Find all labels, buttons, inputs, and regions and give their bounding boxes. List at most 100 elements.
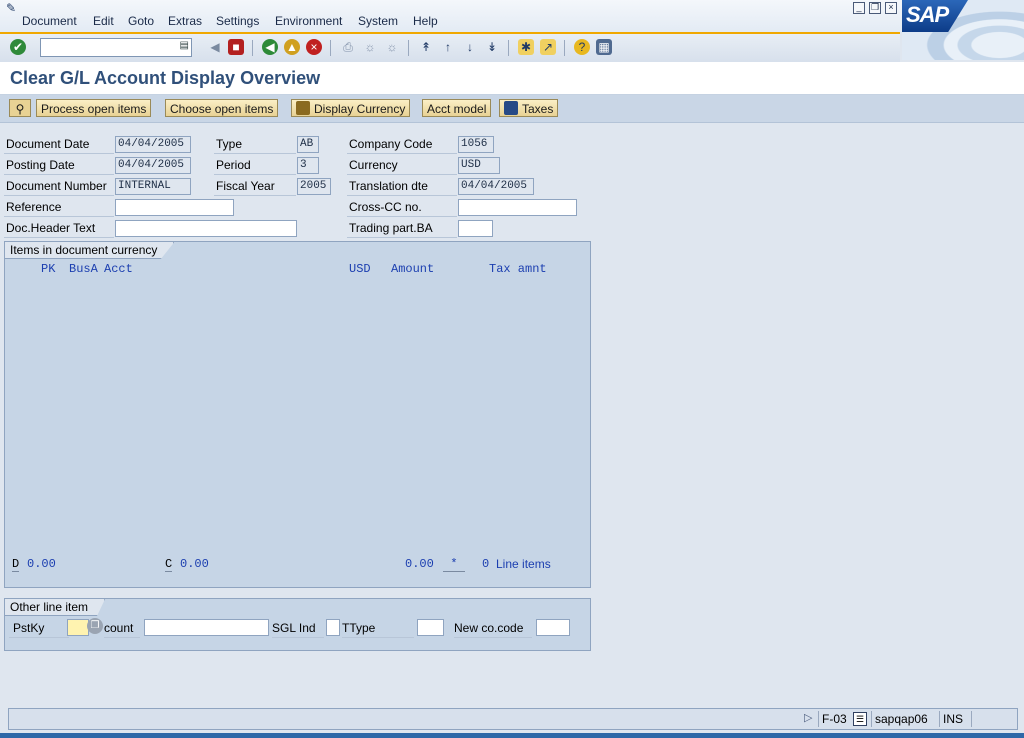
posting-key-label: PstKy (9, 620, 69, 638)
other-line-item-title: Other line item (5, 599, 106, 616)
cross-cc-field[interactable] (458, 199, 577, 216)
command-input[interactable] (41, 39, 180, 55)
choose-open-items-button[interactable]: Choose open items (165, 99, 279, 117)
posting-date-field: 04/04/2005 (115, 157, 191, 174)
doc-header-text-label: Doc.Header Text (4, 220, 114, 238)
posting-key-field[interactable] (67, 619, 89, 636)
items-group: Items in document currency PK BusA Acct … (4, 241, 591, 588)
translation-date-field: 04/04/2005 (458, 178, 534, 195)
column-tax-amount: Tax amnt (489, 262, 547, 276)
system-info-icon[interactable]: ☰ (853, 712, 867, 726)
restore-icon[interactable]: ❐ (869, 2, 881, 14)
column-acct: Acct (104, 262, 133, 276)
sgl-ind-input[interactable] (327, 620, 339, 636)
sgl-ind-field[interactable] (326, 619, 340, 636)
layout-menu-icon[interactable]: ▦ (596, 39, 612, 55)
document-number-field: INTERNAL (115, 178, 191, 195)
reference-input[interactable] (116, 200, 233, 216)
save-icon[interactable]: ■ (228, 39, 244, 55)
print-icon[interactable]: ⎙ (340, 39, 356, 55)
page-title: Clear G/L Account Display Overview (10, 68, 321, 88)
taxes-button[interactable]: Taxes (499, 99, 559, 117)
close-icon[interactable]: × (885, 2, 897, 14)
menu-environment[interactable]: Environment (275, 14, 342, 28)
period-field: 3 (297, 157, 319, 174)
posting-key-input[interactable] (68, 620, 88, 636)
ttype-input[interactable] (418, 620, 443, 636)
menu-settings[interactable]: Settings (216, 14, 259, 28)
translation-date-label: Translation dte (347, 178, 457, 196)
currency-label: Currency (347, 157, 457, 175)
server-name: sapqap06 (871, 711, 931, 727)
display-currency-button[interactable]: Display Currency (291, 99, 411, 117)
window-bottom-border (0, 733, 1024, 738)
credit-label: C (165, 557, 173, 572)
exit-icon[interactable]: ▲ (284, 39, 300, 55)
previous-page-icon[interactable]: ↑ (440, 39, 456, 55)
overview-icon[interactable]: ⚲ (9, 99, 31, 117)
process-open-items-button[interactable]: Process open items (36, 99, 152, 117)
new-co-code-field[interactable] (536, 619, 570, 636)
find-next-icon[interactable]: ☼ (384, 39, 400, 55)
cancel-icon[interactable]: × (306, 39, 322, 55)
application-toolbar: ⚲ Process open items Choose open items D… (0, 95, 1024, 123)
sap-logo: SAP (902, 0, 1024, 60)
menu-icon[interactable]: ✎ (6, 1, 16, 15)
command-field[interactable]: ▤ (40, 38, 192, 57)
reference-field[interactable] (115, 199, 234, 216)
menu-edit[interactable]: Edit (93, 14, 114, 28)
find-icon[interactable]: ☼ (362, 39, 378, 55)
type-label: Type (214, 136, 296, 154)
fiscal-year-label: Fiscal Year (214, 178, 296, 196)
menu-document[interactable]: Document (22, 14, 77, 28)
trading-part-ba-input[interactable] (459, 221, 492, 237)
reference-label: Reference (4, 199, 114, 217)
fiscal-year-field: 2005 (297, 178, 331, 195)
help-icon[interactable]: ? (574, 39, 590, 55)
ttype-label: TType (342, 620, 414, 638)
create-session-icon[interactable]: ✱ (518, 39, 534, 55)
line-item-count: 0 (482, 557, 490, 571)
document-date-field: 04/04/2005 (115, 136, 191, 153)
search-help-icon[interactable]: ❐ (87, 618, 103, 634)
company-code-label: Company Code (347, 136, 457, 154)
sap-logo-text: SAP (906, 2, 949, 27)
doc-header-text-input[interactable] (116, 221, 296, 237)
line-items-label: Line items (496, 557, 551, 571)
back-arrow-icon[interactable]: ◀ (207, 39, 223, 55)
other-line-item-group: Other line item PstKy ❐ count SGL Ind TT… (4, 598, 591, 651)
menu-goto[interactable]: Goto (128, 14, 154, 28)
shortcut-icon[interactable]: ↗ (540, 39, 556, 55)
account-field[interactable] (144, 619, 269, 636)
back-icon[interactable]: ◀ (262, 39, 278, 55)
ttype-field[interactable] (417, 619, 444, 636)
minimize-icon[interactable]: _ (853, 2, 865, 14)
type-field: AB (297, 136, 319, 153)
next-page-icon[interactable]: ↓ (462, 39, 478, 55)
history-icon[interactable]: ▤ (180, 40, 189, 51)
last-page-icon[interactable]: ↡ (484, 39, 500, 55)
cross-cc-input[interactable] (459, 200, 576, 216)
first-page-icon[interactable]: ↟ (418, 39, 434, 55)
display-currency-label: Display Currency (314, 102, 406, 116)
status-expand-icon[interactable]: ▷ (804, 711, 812, 724)
trading-part-ba-field[interactable] (458, 220, 493, 237)
menu-system[interactable]: System (358, 14, 398, 28)
company-code-field: 1056 (458, 136, 494, 153)
trading-part-ba-label: Trading part.BA (347, 220, 457, 238)
input-mode: INS (939, 711, 966, 727)
menu-help[interactable]: Help (413, 14, 438, 28)
menu-extras[interactable]: Extras (168, 14, 202, 28)
document-number-label: Document Number (4, 178, 114, 196)
cross-cc-label: Cross-CC no. (347, 199, 457, 217)
transaction-code: F-03 (818, 711, 850, 727)
doc-header-text-field[interactable] (115, 220, 297, 237)
enter-icon[interactable]: ✔ (10, 39, 26, 55)
display-currency-icon (296, 101, 310, 115)
menu-bar: ✎ Document Edit Goto Extras Settings Env… (0, 0, 1024, 32)
acct-model-button[interactable]: Acct model (422, 99, 492, 117)
account-input[interactable] (145, 620, 268, 636)
new-co-code-input[interactable] (537, 620, 569, 636)
standard-toolbar: ✔ ▤ ◀ ■ ◀ ▲ × ⎙ ☼ ☼ ↟ ↑ ↓ ↡ ✱ ↗ ? ▦ (0, 32, 900, 62)
debit-label: D (12, 557, 20, 572)
